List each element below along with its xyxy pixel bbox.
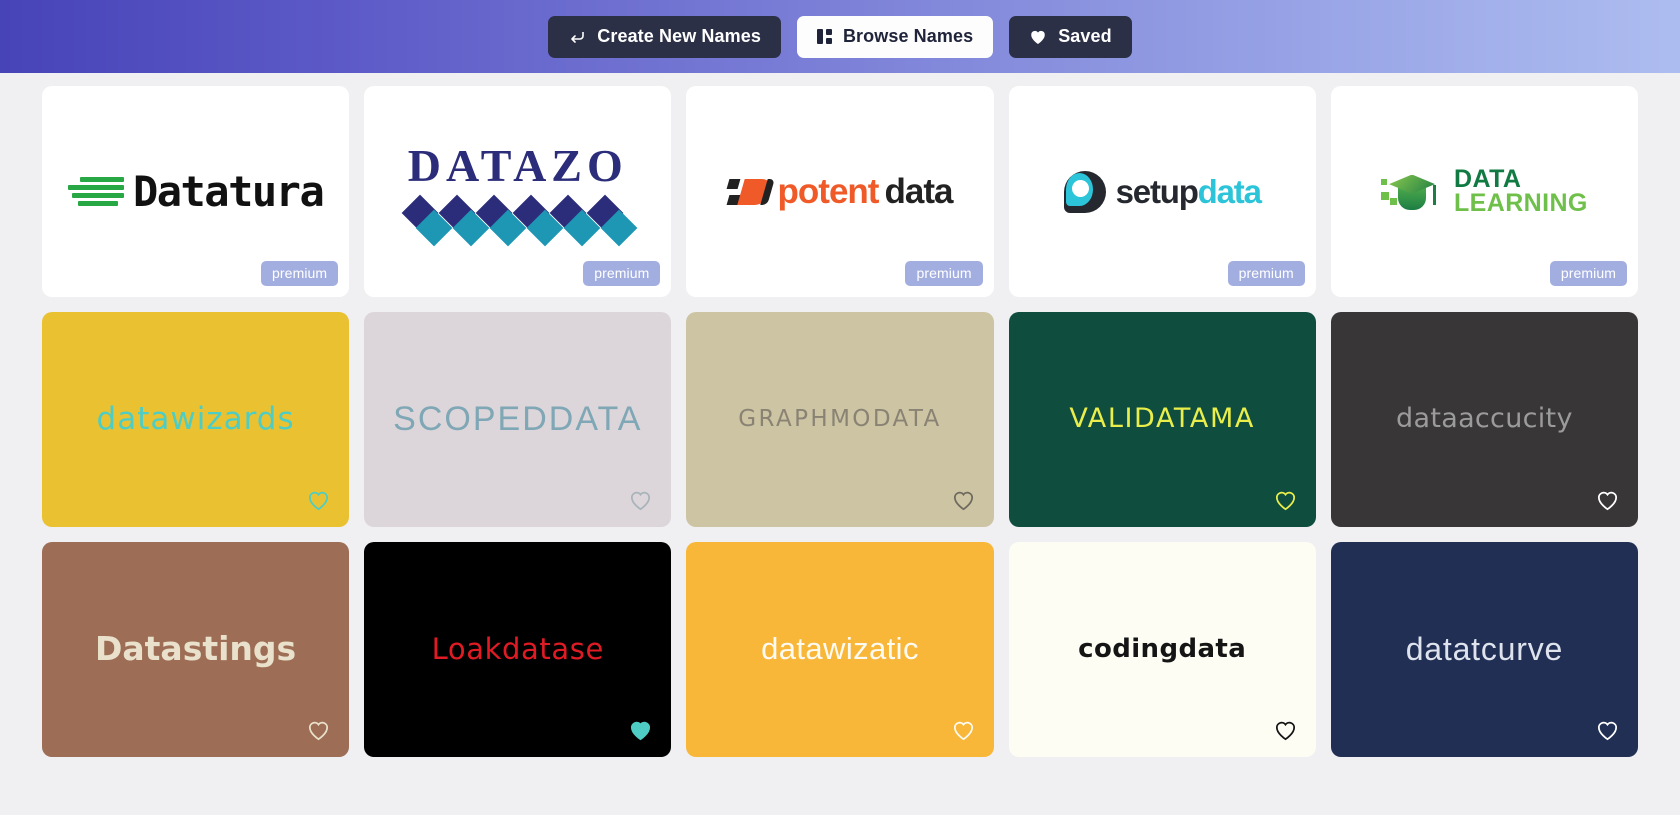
saved-label: Saved <box>1058 26 1112 46</box>
browse-names-button[interactable]: Browse Names <box>796 15 994 58</box>
favorite-heart-icon[interactable] <box>1595 487 1620 512</box>
name-card[interactable]: GRAPHMODATA <box>686 312 994 527</box>
datatura-wordmark: Datatura <box>132 167 325 216</box>
premium-badge: premium <box>1227 261 1305 286</box>
speed-lines-icon <box>67 175 124 209</box>
logo-card-potentdata[interactable]: potent data premium <box>686 86 994 297</box>
logo-card-setupdata[interactable]: setupdata premium <box>1008 86 1316 297</box>
name-card[interactable]: datawizards <box>42 312 350 527</box>
name-card-label: datawizards <box>96 401 295 438</box>
favorite-heart-icon[interactable] <box>951 487 976 512</box>
data-learning-wordmark-b: LEARNING <box>1454 188 1588 217</box>
favorite-heart-icon[interactable] <box>306 487 331 512</box>
name-card-label: Datastings <box>94 629 297 669</box>
name-card[interactable]: Datastings <box>42 542 350 757</box>
top-navigation-bar: Create New Names Browse Names Saved <box>0 0 1680 73</box>
name-card[interactable]: codingdata <box>1008 542 1316 757</box>
favorite-heart-icon[interactable] <box>628 717 653 742</box>
name-card-label: datawizatic <box>761 631 919 667</box>
premium-badge: premium <box>261 261 339 286</box>
logo-card-data-learning[interactable]: DATA LEARNING premium <box>1330 86 1638 297</box>
name-card[interactable]: datatcurve <box>1330 542 1638 757</box>
create-new-names-button[interactable]: Create New Names <box>548 15 781 58</box>
name-card[interactable]: datawizatic <box>686 542 994 757</box>
favorite-heart-icon[interactable] <box>1273 487 1298 512</box>
setupdata-wordmark-a: setup <box>1115 172 1199 210</box>
graduation-cap-icon <box>1381 171 1443 213</box>
name-card-label: VALIDATAMA <box>1069 403 1255 435</box>
setupdata-logo: setupdata <box>1063 170 1262 213</box>
name-card-label: datatcurve <box>1405 630 1564 667</box>
name-card-label: SCOPEDDATA <box>393 399 643 438</box>
favorite-heart-icon[interactable] <box>951 717 976 742</box>
favorite-heart-icon[interactable] <box>1595 717 1620 742</box>
saved-button[interactable]: Saved <box>1009 15 1132 58</box>
logo-card-datazo[interactable]: DATAZO premium <box>364 86 672 297</box>
potentdata-wordmark-b: data <box>884 171 953 211</box>
heart-icon <box>1029 28 1047 45</box>
name-card[interactable]: dataaccucity <box>1330 312 1638 527</box>
data-learning-logo: DATA LEARNING <box>1381 164 1588 217</box>
favorite-heart-icon[interactable] <box>306 717 331 742</box>
data-learning-wordmark-a: DATA <box>1454 164 1522 193</box>
create-new-names-label: Create New Names <box>597 26 761 46</box>
name-card-label: dataaccucity <box>1396 403 1573 435</box>
premium-badge: premium <box>1549 261 1627 286</box>
name-card[interactable]: VALIDATAMA <box>1008 312 1316 527</box>
browse-names-label: Browse Names <box>842 26 974 46</box>
swirl-circle-icon <box>1063 170 1106 213</box>
back-arrow-icon <box>568 28 586 46</box>
name-card[interactable]: SCOPEDDATA <box>364 312 672 527</box>
datazo-wordmark: DATAZO <box>407 140 628 191</box>
logo-card-datatura[interactable]: Datatura premium <box>42 86 350 297</box>
datazo-logo: DATAZO <box>401 139 638 247</box>
premium-badge: premium <box>583 261 661 286</box>
results-grid: Datatura premium DATAZO premium potent da… <box>0 73 1680 757</box>
favorite-heart-icon[interactable] <box>1273 717 1298 742</box>
setupdata-wordmark-b: data <box>1197 172 1262 210</box>
potentdata-logo: potent data <box>726 171 953 212</box>
name-card[interactable]: Loakdatase <box>364 542 672 757</box>
slash-mark-icon <box>726 176 775 208</box>
grid-icon <box>816 29 832 44</box>
name-card-label: GRAPHMODATA <box>738 406 942 433</box>
potentdata-wordmark-a: potent <box>777 171 880 211</box>
name-card-label: Loakdatase <box>431 632 604 667</box>
premium-badge: premium <box>905 261 983 286</box>
diamond-pattern-icon <box>401 194 638 247</box>
name-card-label: codingdata <box>1078 633 1247 664</box>
favorite-heart-icon[interactable] <box>628 487 653 512</box>
datatura-logo: Datatura <box>67 167 325 216</box>
